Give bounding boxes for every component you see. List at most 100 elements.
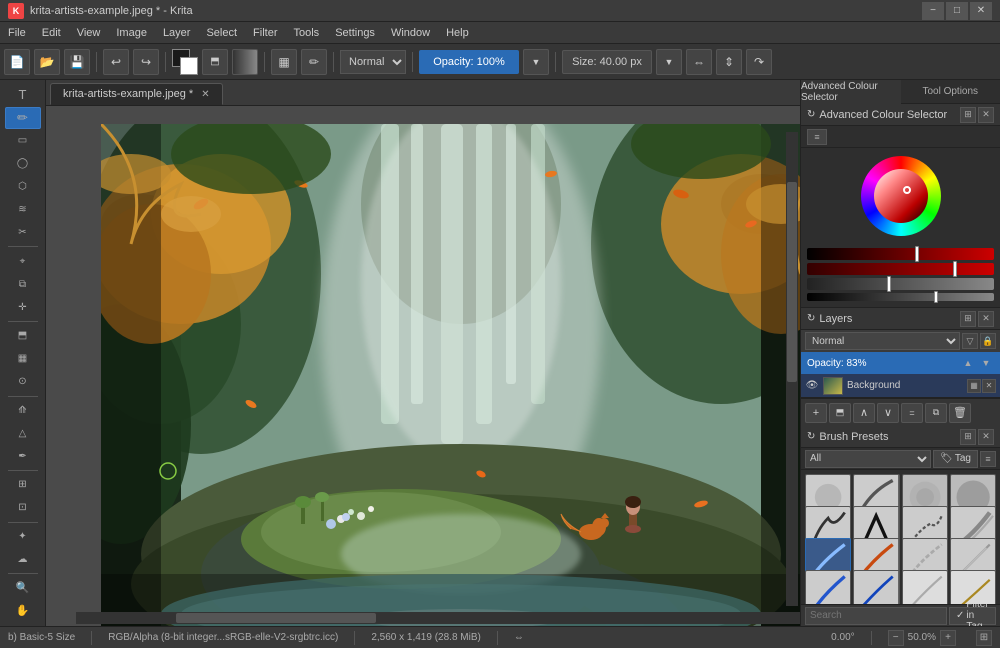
smart-patch-button[interactable]: ☁ xyxy=(5,548,41,570)
ellipse-select-button[interactable]: ◯ xyxy=(5,153,41,175)
layer-filter-icon[interactable]: ▽ xyxy=(962,333,978,349)
menu-item-select[interactable]: Select xyxy=(198,22,245,43)
color-selector[interactable] xyxy=(172,49,198,75)
value-slider[interactable] xyxy=(807,278,994,290)
horizontal-scrollbar[interactable] xyxy=(76,612,800,624)
layer-up-button[interactable]: ∧ xyxy=(853,403,875,423)
hue-slider[interactable] xyxy=(807,248,994,260)
transform-button[interactable]: ⌖ xyxy=(5,250,41,272)
fullscreen-button[interactable]: ⊞ xyxy=(976,630,992,646)
layers-float-button[interactable]: ⊞ xyxy=(960,311,976,327)
vertical-scrollbar-thumb[interactable] xyxy=(787,182,797,382)
zoom-out-button[interactable]: − xyxy=(888,630,904,646)
layer-opacity-down[interactable]: ▼ xyxy=(978,355,994,371)
select-tool-button[interactable]: T xyxy=(5,84,41,106)
calligraphy-button[interactable]: ✒ xyxy=(5,445,41,467)
filter-in-tag-button[interactable]: ✓ Filter in Tag xyxy=(949,607,996,625)
colour-float-button[interactable]: ⊞ xyxy=(960,107,976,123)
color-wheel-inner[interactable] xyxy=(874,169,928,223)
pan-tool-button[interactable]: ✋ xyxy=(5,600,41,622)
blend-mode-select[interactable]: Normal xyxy=(340,50,406,74)
delete-layer-button[interactable]: 🗑 xyxy=(949,403,971,423)
menu-item-image[interactable]: Image xyxy=(108,22,155,43)
brush-settings-button[interactable]: ✏ xyxy=(301,49,327,75)
opacity-down-button[interactable]: ▼ xyxy=(523,49,549,75)
fill-patterns-button[interactable]: ▦ xyxy=(271,49,297,75)
brush-menu-button[interactable]: ≡ xyxy=(980,451,996,467)
brush-tag-button[interactable]: 🏷 Tag xyxy=(933,450,978,468)
brush-item-14[interactable] xyxy=(853,570,899,604)
brush-close-button[interactable]: ✕ xyxy=(978,429,994,445)
brush-size-display[interactable]: Size: 40.00 px xyxy=(562,50,652,74)
rotate-button[interactable]: ↷ xyxy=(746,49,772,75)
zoom-tool-button[interactable]: 🔍 xyxy=(5,577,41,599)
alpha-slider-thumb[interactable] xyxy=(934,291,938,303)
fill-button[interactable]: ⬒ xyxy=(5,325,41,347)
layer-lock-icon[interactable]: 🔒 xyxy=(980,333,996,349)
layers-refresh-icon[interactable]: ↻ xyxy=(807,313,815,324)
menu-item-edit[interactable]: Edit xyxy=(34,22,69,43)
layer-action-2[interactable]: ✕ xyxy=(982,379,996,393)
advanced-colour-tab[interactable]: Advanced Colour Selector xyxy=(801,80,901,104)
status-arrows[interactable]: ⇔ xyxy=(514,632,524,643)
gradient-tool-button[interactable]: ▦ xyxy=(5,348,41,370)
colour-config-button[interactable]: ≡ xyxy=(807,129,827,145)
color-selector-dot[interactable] xyxy=(903,186,911,194)
contiguous-select-button[interactable]: ✂ xyxy=(5,222,41,244)
alpha-slider[interactable] xyxy=(807,293,994,301)
mirror-h-button[interactable]: ⇔ xyxy=(686,49,712,75)
redo-button[interactable]: ↪ xyxy=(133,49,159,75)
menu-item-settings[interactable]: Settings xyxy=(327,22,383,43)
measure-button[interactable]: ⊞ xyxy=(5,474,41,496)
crop-button[interactable]: ⧉ xyxy=(5,273,41,295)
menu-item-layer[interactable]: Layer xyxy=(155,22,199,43)
gradient-button[interactable] xyxy=(232,49,258,75)
polygon-select-button[interactable]: ⬡ xyxy=(5,176,41,198)
tool-options-tab[interactable]: Tool Options xyxy=(901,80,1000,104)
color-picker-button[interactable]: ⬒ xyxy=(202,49,228,75)
brush-item-13[interactable] xyxy=(805,570,851,604)
multibrush-button[interactable]: ✦ xyxy=(5,525,41,547)
layer-blend-select[interactable]: Normal xyxy=(805,332,960,350)
layer-visibility-toggle[interactable]: 👁 xyxy=(805,379,819,393)
maximize-button[interactable]: □ xyxy=(946,2,968,20)
brush-item-15[interactable] xyxy=(902,570,948,604)
shape-button[interactable]: △ xyxy=(5,422,41,444)
minimize-button[interactable]: − xyxy=(922,2,944,20)
canvas-tab-close[interactable]: ✕ xyxy=(201,89,209,100)
freehand-select-button[interactable]: ≋ xyxy=(5,199,41,221)
menu-item-window[interactable]: Window xyxy=(383,22,438,43)
color-wheel[interactable] xyxy=(861,156,941,236)
layers-close-button[interactable]: ✕ xyxy=(978,311,994,327)
opacity-display[interactable]: Opacity: 100% xyxy=(419,50,519,74)
canvas-container[interactable] xyxy=(46,106,800,626)
rectangle-select-button[interactable]: ▭ xyxy=(5,130,41,152)
menu-item-filter[interactable]: Filter xyxy=(245,22,285,43)
save-file-button[interactable]: 💾 xyxy=(64,49,90,75)
brush-float-button[interactable]: ⊞ xyxy=(960,429,976,445)
layer-down-button[interactable]: ∨ xyxy=(877,403,899,423)
layer-merge-button[interactable]: = xyxy=(901,403,923,423)
brush-refresh-icon[interactable]: ↻ xyxy=(807,431,815,442)
brush-search-input[interactable] xyxy=(805,607,947,625)
size-down-button[interactable]: ▼ xyxy=(656,49,682,75)
freehand-brush-button[interactable]: ✏ xyxy=(5,107,41,129)
duplicate-layer-button[interactable]: ⧉ xyxy=(925,403,947,423)
undo-button[interactable]: ↩ xyxy=(103,49,129,75)
brush-category-select[interactable]: All xyxy=(805,450,931,468)
move-button[interactable]: ✛ xyxy=(5,296,41,318)
close-button[interactable]: ✕ xyxy=(970,2,992,20)
menu-item-help[interactable]: Help xyxy=(438,22,477,43)
menu-item-view[interactable]: View xyxy=(69,22,109,43)
vertical-scrollbar[interactable] xyxy=(786,132,798,606)
menu-item-tools[interactable]: Tools xyxy=(286,22,328,43)
brush-item-16[interactable] xyxy=(950,570,996,604)
zoom-in-button[interactable]: + xyxy=(940,630,956,646)
path-button[interactable]: ⟰ xyxy=(5,399,41,421)
add-layer-button[interactable]: + xyxy=(805,403,827,423)
colour-refresh-icon[interactable]: ↻ xyxy=(807,109,815,120)
background-color[interactable] xyxy=(180,57,198,75)
colour-close-button[interactable]: ✕ xyxy=(978,107,994,123)
open-file-button[interactable]: 📂 xyxy=(34,49,60,75)
add-group-button[interactable]: ⬒ xyxy=(829,403,851,423)
